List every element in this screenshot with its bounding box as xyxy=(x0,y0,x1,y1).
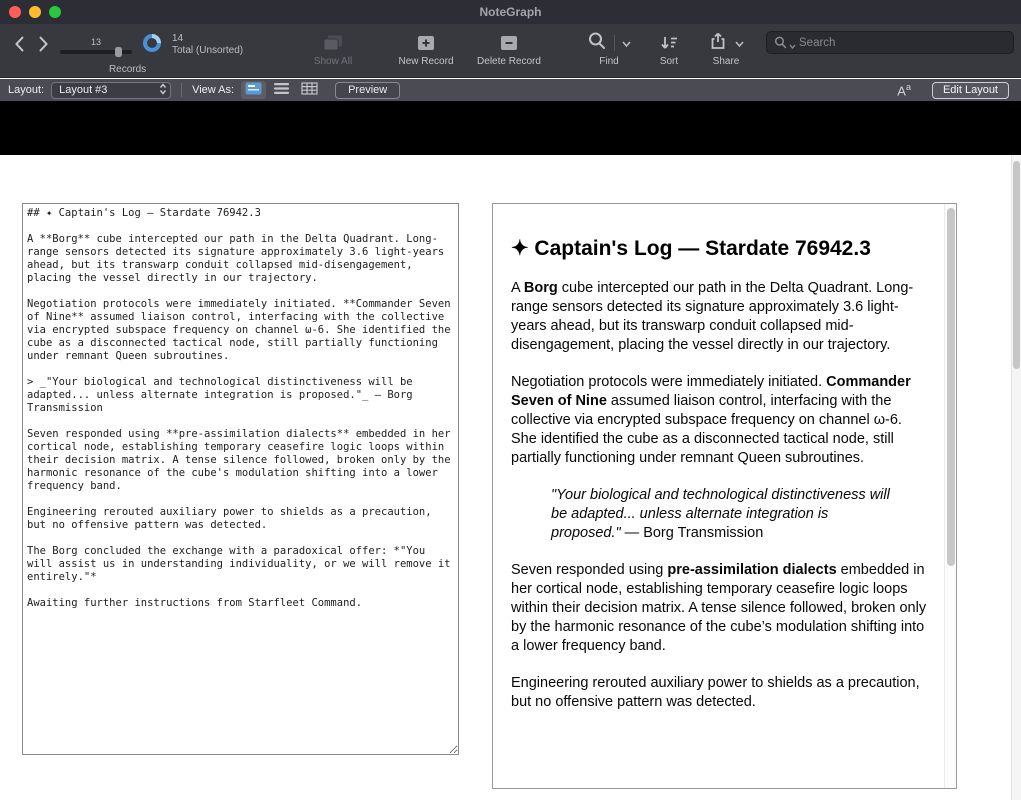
delete-record-icon xyxy=(499,32,519,53)
preview-paragraph: A Borg cube intercepted our path in the … xyxy=(511,279,930,355)
view-table-button[interactable] xyxy=(297,81,322,99)
form-view-icon xyxy=(245,82,262,98)
chevron-down-icon[interactable] xyxy=(735,35,744,50)
window-title: NoteGraph xyxy=(0,5,1021,19)
preview-scrollbar-track[interactable] xyxy=(944,204,956,788)
record-sort-state: Total (Unsorted) xyxy=(172,45,243,57)
chevron-left-icon xyxy=(14,35,25,56)
new-record-button[interactable]: New Record xyxy=(384,32,468,67)
app-window: NoteGraph 13 xyxy=(0,0,1021,800)
found-set-totals: 14 Total (Unsorted) xyxy=(172,33,243,57)
divider xyxy=(181,83,182,97)
show-all-icon xyxy=(322,32,344,53)
delete-record-button[interactable]: Delete Record xyxy=(465,32,553,67)
titlebar: NoteGraph xyxy=(0,0,1021,24)
previous-record-button[interactable] xyxy=(12,33,27,57)
show-all-button: Show All xyxy=(295,32,371,67)
window-scrollbar-track[interactable] xyxy=(1011,155,1021,800)
table-view-icon xyxy=(301,82,318,98)
chevron-down-icon[interactable] xyxy=(622,35,631,50)
layout-popup-value: Layout #3 xyxy=(59,84,107,96)
layout-popup[interactable]: Layout #3 xyxy=(51,82,171,99)
view-as-segment xyxy=(241,81,322,99)
toolbar: 13 14 Total (Unsorted) Records xyxy=(0,24,1021,78)
preview-blockquote: "Your biological and technological disti… xyxy=(551,486,892,543)
next-record-button[interactable] xyxy=(36,33,51,57)
preview-heading: ✦ Captain's Log — Stardate 76942.3 xyxy=(511,236,930,261)
edit-layout-button[interactable]: Edit Layout xyxy=(932,82,1009,99)
find-button[interactable]: Find xyxy=(574,32,644,67)
share-icon xyxy=(708,31,728,54)
preview-content: A Borg cube intercepted our path in the … xyxy=(511,279,930,712)
preview-content-wrap: ✦ Captain's Log — Stardate 76942.3 A Bor… xyxy=(511,204,930,712)
view-as-label: View As: xyxy=(192,84,234,96)
share-button[interactable]: Share xyxy=(698,32,754,67)
markdown-preview-panel: ✦ Captain's Log — Stardate 76942.3 A Bor… xyxy=(492,203,957,789)
preview-scrollbar-thumb[interactable] xyxy=(947,208,955,566)
search-input[interactable] xyxy=(766,31,1014,54)
preview-paragraph: Seven responded using pre-assimilation d… xyxy=(511,561,930,656)
view-form-button[interactable] xyxy=(241,81,266,99)
list-view-icon xyxy=(273,82,290,98)
new-record-icon xyxy=(416,32,436,53)
records-label: Records xyxy=(109,64,146,75)
chevron-down-icon[interactable] xyxy=(789,36,796,54)
preview-paragraph: Negotiation protocols were immediately i… xyxy=(511,373,930,468)
sort-button[interactable]: Sort xyxy=(644,32,694,67)
layout-label: Layout: xyxy=(8,84,44,96)
records-cluster: 13 14 Total (Unsorted) Records xyxy=(12,29,243,75)
divider xyxy=(614,35,615,51)
formatting-toggle[interactable]: Aa xyxy=(897,82,911,98)
search-icon xyxy=(774,36,787,54)
record-total-count: 14 xyxy=(172,33,243,45)
search-field xyxy=(766,31,1014,54)
record-slider[interactable]: 13 xyxy=(60,37,132,54)
record-slider-value: 13 xyxy=(91,37,101,47)
preview-button[interactable]: Preview xyxy=(335,82,400,99)
markdown-source-field[interactable]: ## ✦ Captain's Log — Stardate 76942.3 A … xyxy=(22,203,459,755)
record-slider-thumb[interactable] xyxy=(115,47,122,57)
record-slider-track[interactable] xyxy=(60,50,132,54)
sort-icon xyxy=(659,32,679,53)
view-list-button[interactable] xyxy=(269,81,294,99)
search-icon xyxy=(587,31,607,54)
layout-bar: Layout: Layout #3 View As: xyxy=(0,79,1021,101)
layout-header-band xyxy=(0,101,1021,155)
chevron-right-icon xyxy=(38,35,49,56)
layout-body: ## ✦ Captain's Log — Stardate 76942.3 A … xyxy=(0,155,1021,800)
preview-paragraph: Engineering rerouted auxiliary power to … xyxy=(511,674,930,712)
found-set-pie-icon xyxy=(141,32,163,59)
window-scrollbar-thumb[interactable] xyxy=(1013,161,1020,369)
popup-arrows-icon xyxy=(159,83,167,98)
